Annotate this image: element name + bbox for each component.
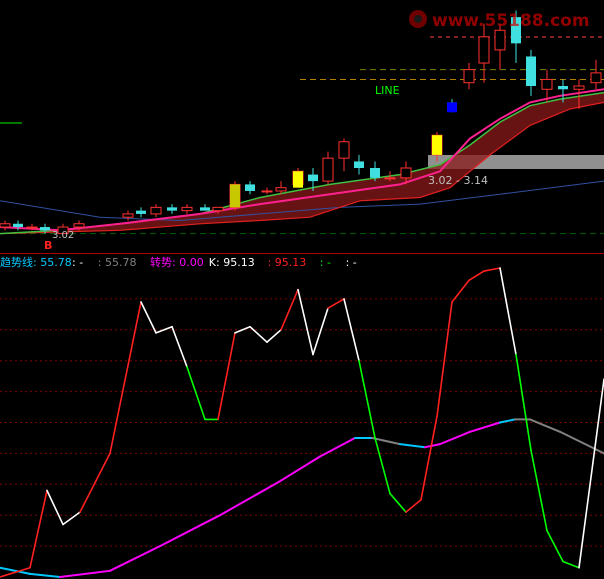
k-segment xyxy=(405,498,422,513)
trend-segment xyxy=(29,572,61,578)
watermark-text: www.55188.com xyxy=(432,11,590,31)
k-segment xyxy=(140,301,157,334)
trend-segment xyxy=(219,480,281,517)
price-range-label: 3.02 - 3.14 xyxy=(428,174,488,187)
k-segment xyxy=(155,325,173,334)
k-segment xyxy=(562,560,580,569)
candle-body xyxy=(308,174,318,182)
k-segment xyxy=(79,452,111,513)
k-segment xyxy=(266,328,282,343)
legend-entry: 趋势线: 55.78 xyxy=(0,255,72,269)
candle-body xyxy=(400,167,412,179)
candle-body xyxy=(26,226,38,229)
candle-body xyxy=(261,190,273,193)
highlight-candle xyxy=(432,135,442,155)
candle-body xyxy=(122,213,134,218)
legend-entry: K: 95.13 xyxy=(209,256,255,269)
k-segment xyxy=(389,492,407,513)
legend-entry: : 55.78 xyxy=(98,256,137,269)
trend-segment xyxy=(399,443,426,449)
watermark: www.55188.com xyxy=(409,10,590,31)
candle-body xyxy=(322,157,334,182)
candle-body xyxy=(136,210,146,214)
k-segment xyxy=(109,301,142,455)
k-segment xyxy=(62,511,81,526)
k-segment xyxy=(499,267,517,356)
candle-body xyxy=(478,36,490,64)
trend-segment xyxy=(59,569,111,578)
indicator-grid xyxy=(0,298,604,547)
legend-entry: : - xyxy=(346,256,357,269)
candle-body xyxy=(167,207,177,211)
candle-body xyxy=(370,168,380,178)
trend-segment xyxy=(279,455,321,483)
k-segment xyxy=(312,307,329,356)
k-segment xyxy=(46,489,64,526)
trend-segment xyxy=(499,418,516,424)
trend-segment xyxy=(109,545,161,572)
trend-segment xyxy=(469,421,501,433)
k-segment xyxy=(420,415,438,501)
stock-chart: LINE 3.02 - 3.14 3.02 B www.55188.com 趋势… xyxy=(0,10,604,578)
candle-body xyxy=(275,187,287,192)
k-segment xyxy=(29,489,48,569)
candle-body xyxy=(384,177,396,180)
candle-body xyxy=(200,207,210,211)
trend-segment xyxy=(319,436,356,458)
k-segment xyxy=(530,449,548,532)
indicator-legend: 趋势线: 55.78: -: 55.78 转势: 0.00 K: 95.13: 95… xyxy=(0,255,357,269)
k-segment xyxy=(234,325,251,334)
k-segment xyxy=(483,267,501,272)
legend-entry: : 95.13 xyxy=(268,256,307,269)
trend-segment xyxy=(529,418,561,433)
k-segment xyxy=(578,378,604,569)
highlight-candle xyxy=(447,102,457,113)
highlight-candle xyxy=(293,171,303,188)
candle-body xyxy=(541,78,553,90)
candle-body xyxy=(73,223,85,228)
legend-entry: 转势: 0.00 xyxy=(150,255,204,269)
trend-segment xyxy=(159,514,221,548)
k-segment xyxy=(186,366,206,421)
candle-body xyxy=(573,85,585,90)
k-segment xyxy=(436,301,453,418)
k-segment xyxy=(374,437,391,495)
candle-body xyxy=(558,86,568,90)
indicator-panel[interactable]: 趋势线: 55.78: -: 55.78 转势: 0.00 K: 95.13: 95… xyxy=(0,255,604,578)
candle-body xyxy=(245,184,255,191)
trend-segment xyxy=(424,443,441,449)
buy-signal-marker: B xyxy=(44,239,52,252)
k-segment xyxy=(468,270,485,282)
candle-body xyxy=(590,72,602,84)
candle-body xyxy=(150,206,162,215)
candle-body xyxy=(181,206,193,212)
k-segment xyxy=(327,298,345,309)
candle-body xyxy=(494,29,506,51)
line-label: LINE xyxy=(375,84,400,97)
legend-entry: : - xyxy=(320,256,331,269)
candle-body xyxy=(13,223,23,228)
price-panel[interactable]: LINE 3.02 - 3.14 3.02 B www.55188.com xyxy=(0,10,604,252)
candle-body xyxy=(0,223,11,228)
k-segment xyxy=(171,325,188,368)
candle-body xyxy=(526,56,536,86)
trend-line-segments xyxy=(0,418,604,578)
k-segment xyxy=(515,353,532,452)
k-segment xyxy=(280,288,299,331)
highlight-candle xyxy=(230,184,240,208)
candle-body xyxy=(463,69,475,84)
candle-body xyxy=(212,206,224,212)
k-segment xyxy=(217,332,236,421)
candle-body xyxy=(40,227,50,231)
k-segment xyxy=(358,359,376,439)
k-segment xyxy=(249,325,268,343)
candle-body xyxy=(354,161,364,168)
trend-segment xyxy=(439,430,471,446)
candle-body xyxy=(338,141,350,159)
legend-entry: : - xyxy=(72,256,83,269)
low-price-label: 3.02 xyxy=(52,230,74,241)
